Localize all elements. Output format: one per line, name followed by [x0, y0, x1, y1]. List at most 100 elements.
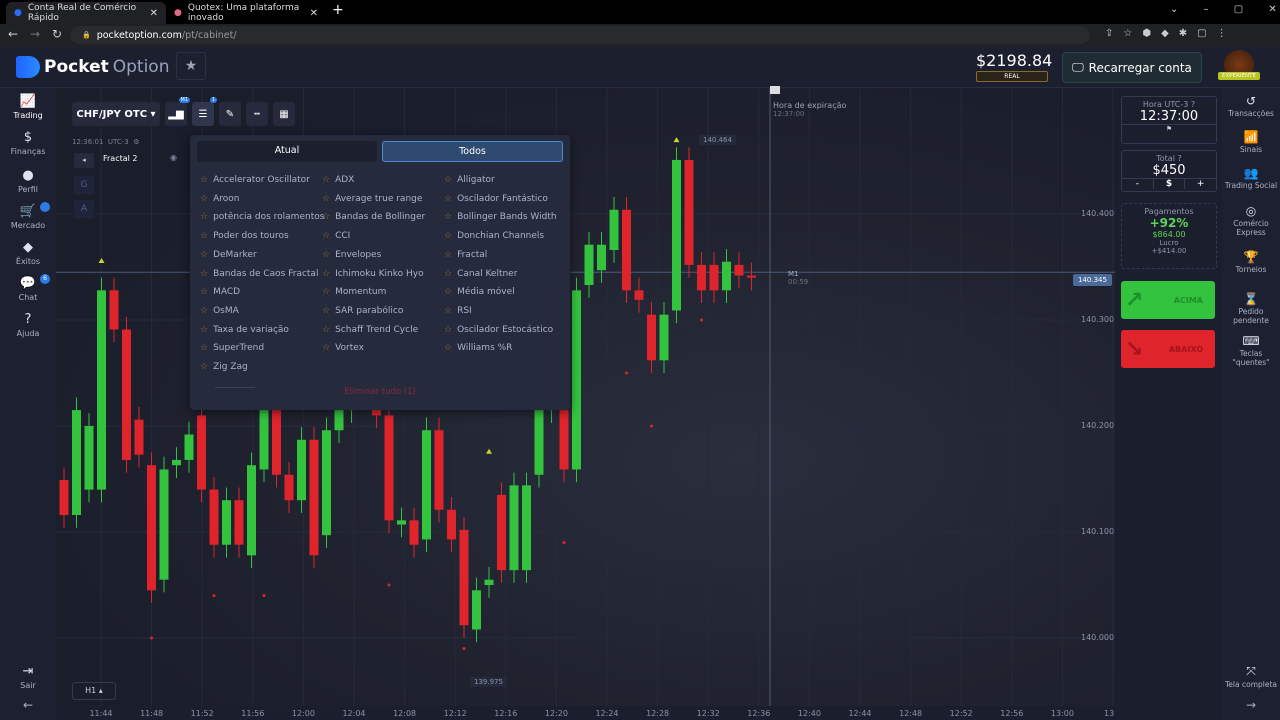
star-icon[interactable]: ☆: [200, 175, 208, 185]
indicator-item[interactable]: ☆ SAR parabólico: [322, 306, 403, 316]
indicator-item[interactable]: ☆ Envelopes: [322, 250, 381, 260]
sidebar-item-êxitos[interactable]: ◆ Êxitos: [0, 240, 56, 266]
indicator-item[interactable]: ☆ Canal Keltner: [444, 269, 517, 279]
sidebar-item-finanças[interactable]: $ Finanças: [0, 130, 56, 156]
avatar[interactable]: EXPERIENTE: [1218, 50, 1260, 86]
indicator-item[interactable]: ☆ Accelerator Oscillator: [200, 175, 310, 185]
indicator-item[interactable]: ☆ Bandas de Bollinger: [322, 212, 425, 222]
decrease-amount-button[interactable]: -: [1122, 179, 1154, 189]
drawing-g-button[interactable]: G: [74, 176, 94, 194]
drawing-a-button[interactable]: A: [74, 200, 94, 218]
expiration-time-box[interactable]: Hora UTC-3 ? 12:37:00 ⚑: [1121, 96, 1217, 144]
forward-icon[interactable]: →: [30, 27, 40, 41]
sidebar-item-trading[interactable]: 📈 Trading: [0, 94, 56, 120]
indicators-button[interactable]: ☰ 1: [192, 97, 217, 126]
star-icon[interactable]: ☆: [322, 269, 330, 279]
timeframe-selector[interactable]: H1 ▴: [72, 682, 116, 700]
indicator-item[interactable]: ☆ Donchian Channels: [444, 231, 544, 241]
browser-tab[interactable]: ● Conta Real de Comércio Rápido ✕: [6, 2, 166, 24]
chart-type-button[interactable]: ▂▆ M1: [165, 97, 190, 126]
indicator-item[interactable]: ☆ Oscilador Fantástico: [444, 194, 548, 204]
sidebar-item-mercado[interactable]: 🛒 Mercado: [0, 202, 56, 230]
exit-button[interactable]: ⇥ Sair: [0, 664, 56, 690]
indicator-item[interactable]: ☆ Momentum: [322, 287, 386, 297]
indicator-item[interactable]: ☆ Ichimoku Kinko Hyo: [322, 269, 424, 279]
indicator-item[interactable]: ☆ Poder dos touros: [200, 231, 289, 241]
tab-atual[interactable]: Atual: [197, 141, 377, 162]
star-icon[interactable]: ☆: [200, 343, 208, 353]
right-nav-target[interactable]: ◎ Comércio Express: [1222, 204, 1280, 237]
sell-down-button[interactable]: ↘ ABAIXO: [1121, 330, 1215, 368]
close-tab-icon[interactable]: ✕: [150, 8, 158, 19]
star-icon[interactable]: ☆: [444, 343, 452, 353]
indicator-item[interactable]: ☆ Williams %R: [444, 343, 512, 353]
indicator-item[interactable]: ☆ Zig Zag: [200, 362, 248, 372]
star-icon[interactable]: ☆: [200, 306, 208, 316]
favorites-star-button[interactable]: ★: [176, 52, 206, 80]
indicator-item[interactable]: ☆ ADX: [322, 175, 354, 185]
new-tab-button[interactable]: +: [332, 2, 344, 18]
indicator-item[interactable]: ☆ Average true range: [322, 194, 422, 204]
indicator-item[interactable]: ☆ MACD: [200, 287, 240, 297]
star-icon[interactable]: ☆: [200, 269, 208, 279]
star-icon[interactable]: ☆: [322, 231, 330, 241]
sidebar-item-ajuda[interactable]: ? Ajuda: [0, 312, 56, 338]
star-icon[interactable]: ☆: [322, 325, 330, 335]
indicator-item[interactable]: ☆ potência dos rolamentos: [200, 212, 324, 222]
star-icon[interactable]: ☆: [322, 194, 330, 204]
star-icon[interactable]: ☆: [200, 231, 208, 241]
close-tab-icon[interactable]: ✕: [310, 8, 318, 19]
star-icon[interactable]: ☆: [444, 269, 452, 279]
fullscreen-button[interactable]: ⤧ Tela completa: [1222, 664, 1280, 689]
star-icon[interactable]: ☆: [444, 287, 452, 297]
layout-button[interactable]: ▦: [273, 102, 295, 126]
scroll-left-arrow-icon[interactable]: ←: [0, 698, 56, 712]
star-icon[interactable]: ☆: [322, 250, 330, 260]
right-nav-signal[interactable]: 📶 Sinais: [1222, 130, 1280, 154]
star-icon[interactable]: ☆: [322, 212, 330, 222]
drawing-button[interactable]: ✎: [219, 102, 241, 126]
buy-up-button[interactable]: ↗ ACIMA: [1121, 281, 1215, 319]
currency-toggle[interactable]: $: [1154, 179, 1186, 189]
star-icon[interactable]: ☆: [322, 306, 330, 316]
increase-amount-button[interactable]: +: [1185, 179, 1216, 189]
star-icon[interactable]: ☆: [444, 306, 452, 316]
collapse-indicators-button[interactable]: ◂: [74, 153, 94, 168]
star-icon[interactable]: ☆: [200, 325, 208, 335]
star-icon[interactable]: ☆: [322, 343, 330, 353]
indicator-item[interactable]: ☆ Oscilador Estocástico: [444, 325, 553, 335]
indicator-item[interactable]: ☆ Taxa de variação: [200, 325, 289, 335]
asset-selector[interactable]: CHF/JPY OTC ▾: [72, 102, 160, 126]
settings-gear-icon[interactable]: ⚙: [133, 138, 139, 146]
tab-todos[interactable]: Todos: [382, 141, 563, 162]
line-tool-button[interactable]: ┅: [246, 102, 268, 126]
star-icon[interactable]: ☆: [200, 212, 208, 222]
sidebar-item-chat[interactable]: 💬 Chat 6: [0, 274, 56, 302]
remove-all-button[interactable]: Eliminar tudo (1): [190, 387, 570, 397]
eye-icon[interactable]: ◉: [170, 153, 177, 162]
account-balance[interactable]: $2198.84 REAL: [976, 51, 1052, 82]
star-icon[interactable]: ☆: [444, 325, 452, 335]
reload-icon[interactable]: ↻: [52, 27, 62, 41]
star-icon[interactable]: ☆: [444, 175, 452, 185]
indicator-item[interactable]: ☆ SuperTrend: [200, 343, 264, 353]
star-icon[interactable]: ☆: [200, 287, 208, 297]
indicator-item[interactable]: ☆ Bollinger Bands Width: [444, 212, 557, 222]
star-icon[interactable]: ☆: [200, 250, 208, 260]
indicator-item[interactable]: ☆ RSI: [444, 306, 472, 316]
star-icon[interactable]: ☆: [444, 250, 452, 260]
indicator-item[interactable]: ☆ Média móvel: [444, 287, 515, 297]
amount-input[interactable]: $450: [1122, 163, 1216, 178]
indicator-item[interactable]: ☆ Aroon: [200, 194, 239, 204]
browser-extension-icons[interactable]: ⇪☆⬢◆✱▢⋮: [1105, 28, 1237, 39]
scroll-right-arrow-icon[interactable]: →: [1222, 698, 1280, 712]
indicator-item[interactable]: ☆ DeMarker: [200, 250, 257, 260]
right-nav-history[interactable]: ↺ Transacções: [1222, 94, 1280, 118]
indicator-item[interactable]: ☆ CCI: [322, 231, 350, 241]
back-icon[interactable]: ←: [8, 27, 18, 41]
right-nav-users[interactable]: 👥 Trading Social: [1222, 166, 1280, 190]
indicator-item[interactable]: ☆ Vortex: [322, 343, 364, 353]
indicator-item[interactable]: ☆ Alligator: [444, 175, 495, 185]
right-nav-hourglass[interactable]: ⌛ Pedido pendente: [1222, 292, 1280, 325]
star-icon[interactable]: ☆: [444, 212, 452, 222]
